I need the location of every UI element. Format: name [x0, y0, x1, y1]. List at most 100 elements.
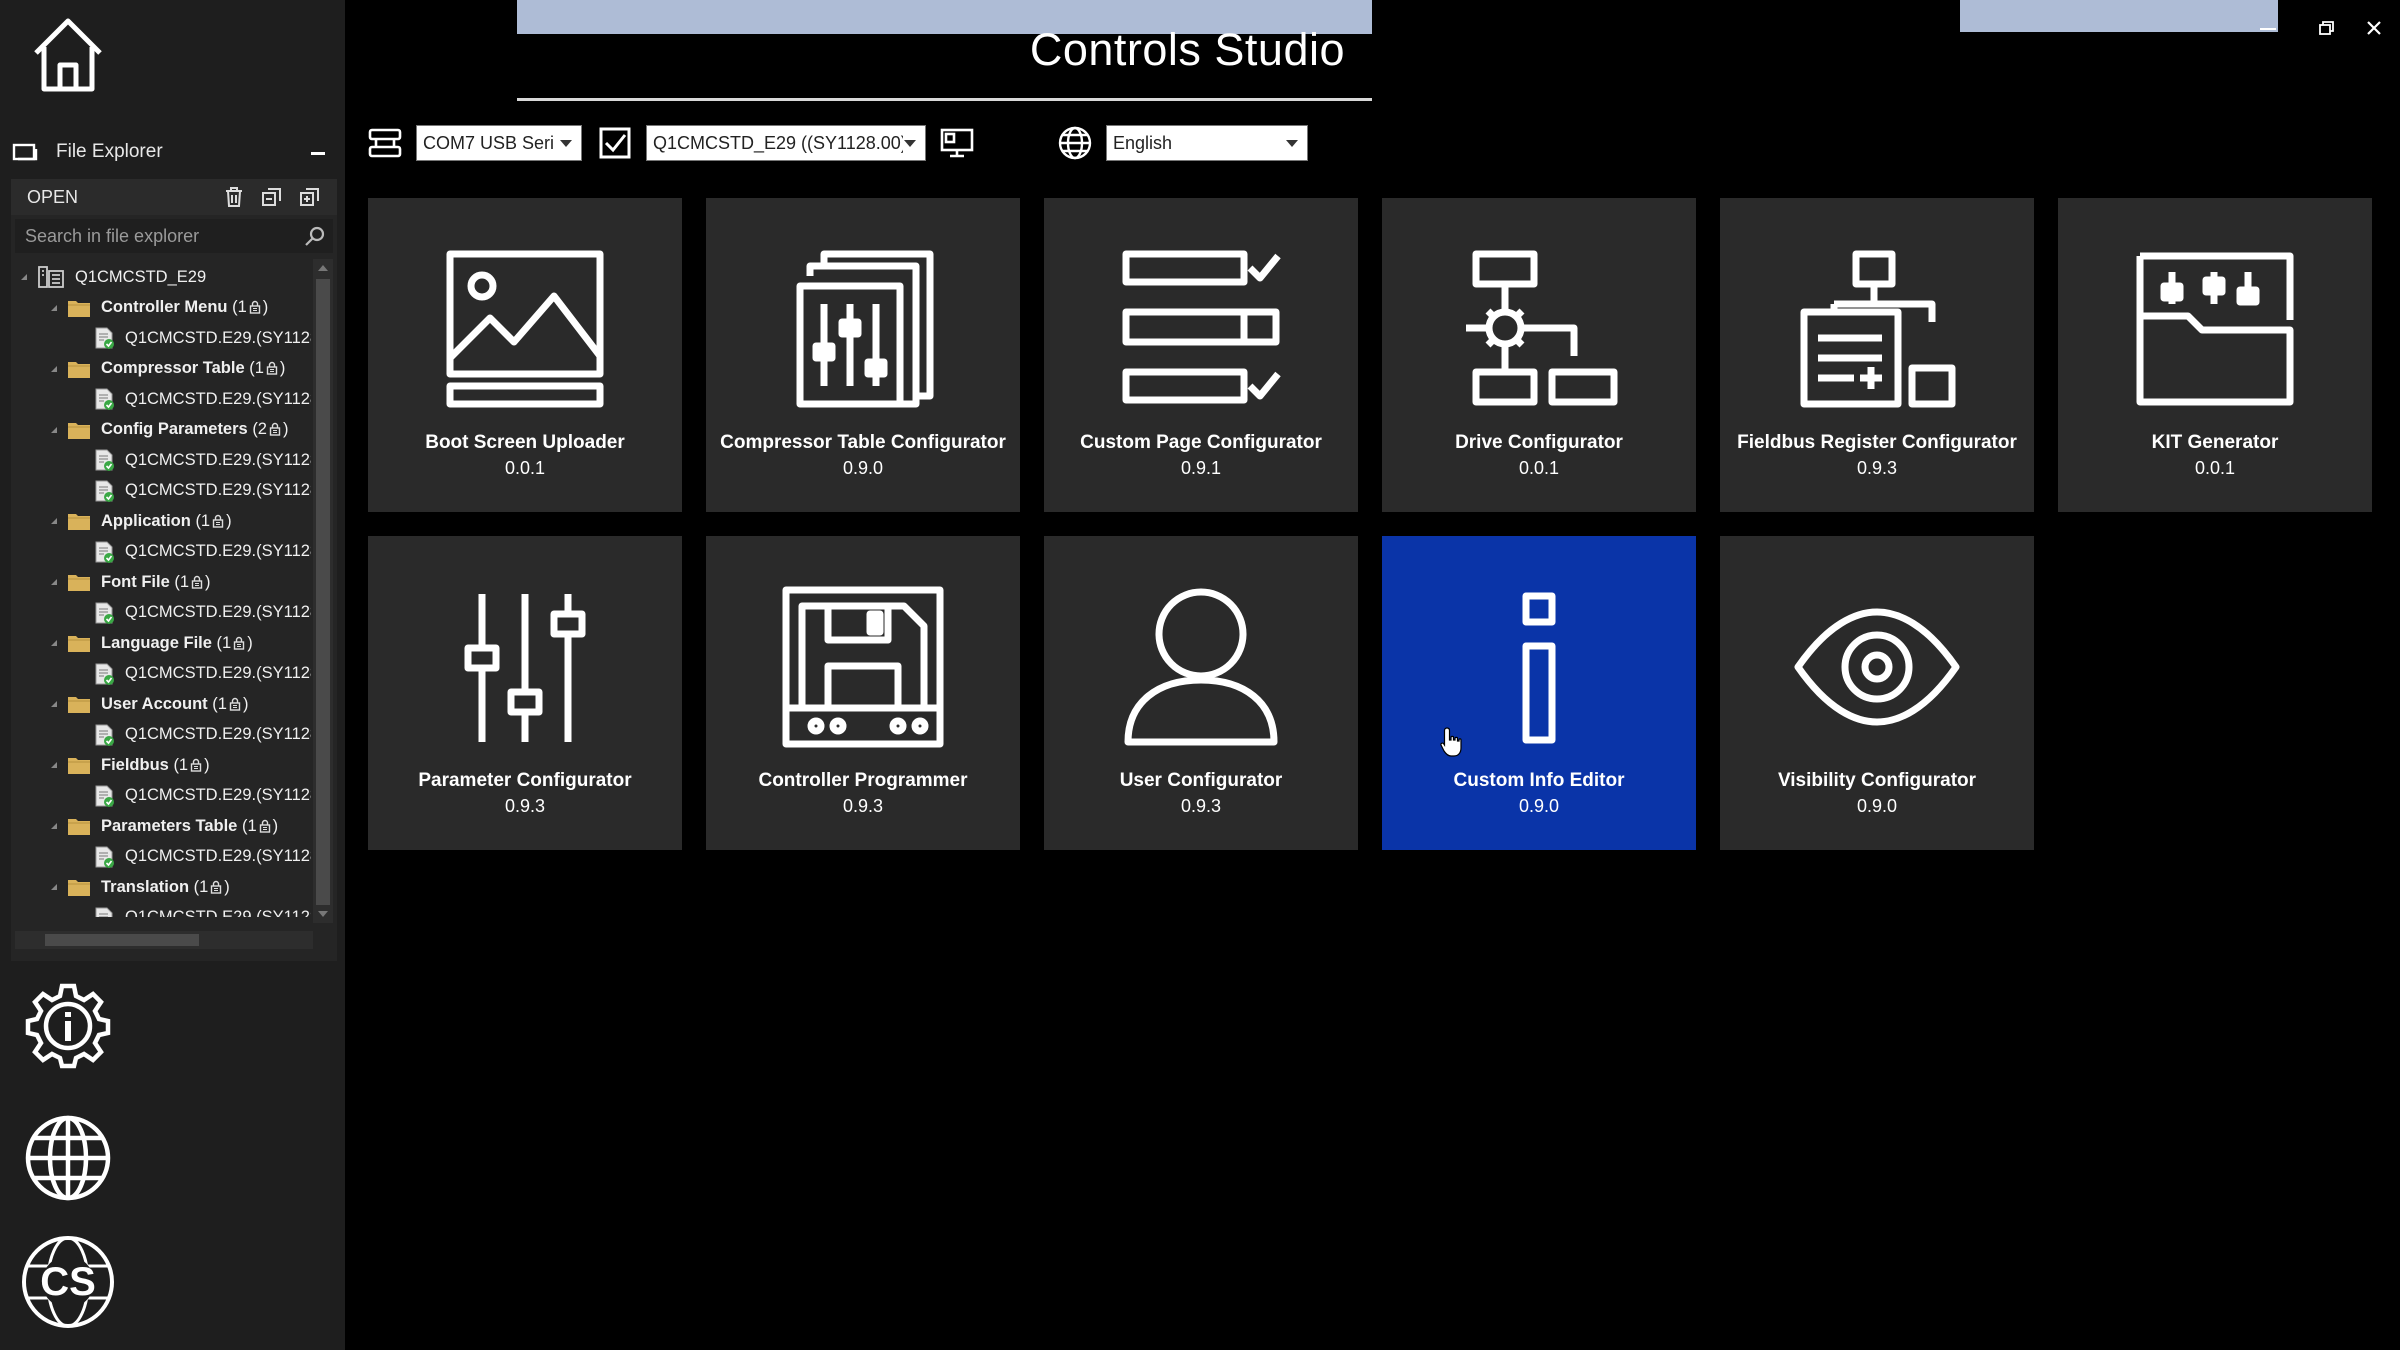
close-window-icon[interactable] [2360, 14, 2388, 42]
scroll-down-arrow-icon[interactable] [317, 909, 329, 919]
tree-folder[interactable]: Font File (1) [49, 568, 211, 596]
tree-folder[interactable]: Language File (1) [49, 629, 253, 657]
chevron-down-icon [903, 138, 917, 148]
file-label: Q1CMCSTD.E29.(SY1128 [125, 847, 311, 865]
expand-all-icon[interactable] [299, 186, 321, 208]
info-icon [1456, 584, 1622, 750]
tree-file[interactable]: Q1CMCSTD.E29.(SY1128 [93, 599, 311, 627]
tile-custom-info-editor[interactable]: Custom Info Editor 0.9.0 [1382, 536, 1696, 850]
lock-icon [269, 422, 281, 436]
settings-info-gear-icon[interactable] [22, 980, 114, 1072]
tree-folder[interactable]: Config Parameters (2) [49, 416, 288, 444]
tile-user-configurator[interactable]: User Configurator 0.9.3 [1044, 536, 1358, 850]
folder-label: Parameters Table [101, 816, 238, 835]
vertical-scroll-thumb[interactable] [316, 279, 330, 905]
tree-folder[interactable]: User Account (1) [49, 690, 248, 718]
expand-arrow-icon[interactable] [49, 516, 59, 526]
expand-arrow-icon[interactable] [49, 303, 59, 313]
tile-kit-generator[interactable]: KIT Generator 0.0.1 [2058, 198, 2372, 512]
connection-icon[interactable] [366, 124, 404, 162]
gear-flowchart-icon [1456, 246, 1622, 412]
tree-file[interactable]: Q1CMCSTD.E29.(SY1128 [93, 843, 311, 871]
lock-icon [190, 758, 202, 772]
file-label: Q1CMCSTD.E29.(SY1128 [125, 908, 311, 917]
tree-folder[interactable]: Controller Menu (1) [49, 294, 268, 322]
restore-window-icon[interactable] [2312, 14, 2340, 42]
chevron-down-icon [1285, 138, 1299, 148]
open-button[interactable]: OPEN [27, 187, 223, 208]
tile-compressor-table-configurator[interactable]: Compressor Table Configurator 0.9.0 [706, 198, 1020, 512]
tree-file[interactable]: Q1CMCSTD.E29.(SY1128 [93, 538, 311, 566]
tile-controller-programmer[interactable]: Controller Programmer 0.9.3 [706, 536, 1020, 850]
tree-folder[interactable]: Compressor Table (1) [49, 355, 285, 383]
expand-arrow-icon[interactable] [49, 638, 59, 648]
tile-drive-configurator[interactable]: Drive Configurator 0.0.1 [1382, 198, 1696, 512]
home-icon[interactable] [30, 15, 106, 95]
tree-folder[interactable]: Parameters Table (1) [49, 812, 278, 840]
file-check-icon [93, 906, 117, 917]
expand-arrow-icon[interactable] [49, 699, 59, 709]
tile-visibility-configurator[interactable]: Visibility Configurator 0.9.0 [1720, 536, 2034, 850]
tile-parameter-configurator[interactable]: Parameter Configurator 0.9.3 [368, 536, 682, 850]
device-select[interactable]: Q1CMCSTD_E29 ((SY1128.00) [646, 125, 926, 161]
monitor-icon[interactable] [938, 124, 976, 162]
horizontal-scroll-thumb[interactable] [45, 934, 199, 946]
tree-folder[interactable]: Translation (1) [49, 873, 230, 901]
tile-version: 0.9.1 [1180, 458, 1222, 478]
tree-folder[interactable]: Application (1) [49, 507, 232, 535]
tree-folder[interactable]: Fieldbus (1) [49, 751, 210, 779]
tile-version: 0.0.1 [2194, 458, 2236, 478]
tree-file[interactable]: Q1CMCSTD.E29.(SY1128 [93, 385, 311, 413]
tree-file[interactable]: Q1CMCSTD.E29.(SY1128 [93, 477, 311, 505]
tile-name: Controller Programmer [758, 770, 968, 791]
tree-file[interactable]: Q1CMCSTD.E29.(SY1128 [93, 782, 311, 810]
checkbox-icon[interactable] [596, 124, 634, 162]
lock-icon [259, 819, 271, 833]
cs-logo[interactable]: CS [20, 1234, 116, 1330]
tree-file[interactable]: Q1CMCSTD.E29.(SY1128 [93, 324, 311, 352]
lock-icon [233, 636, 245, 650]
mouse-cursor-icon [1440, 726, 1462, 758]
folder-label: User Account [101, 694, 208, 713]
port-select[interactable]: COM7 USB Seri [416, 125, 582, 161]
floppy-controller-icon [780, 584, 946, 750]
tree-root-label: Q1CMCSTD_E29 [75, 267, 207, 286]
tile-fieldbus-register-configurator[interactable]: Fieldbus Register Configurator 0.9.3 [1720, 198, 2034, 512]
file-label: Q1CMCSTD.E29.(SY1128 [125, 603, 311, 621]
collapse-all-icon[interactable] [261, 186, 283, 208]
vertical-scrollbar[interactable] [313, 259, 333, 923]
tree-file[interactable]: Q1CMCSTD.E29.(SY1128 [93, 721, 311, 749]
expand-arrow-icon[interactable] [49, 425, 59, 435]
search-icon[interactable] [303, 224, 327, 248]
expand-arrow-icon[interactable] [49, 760, 59, 770]
search-input[interactable] [15, 224, 303, 248]
globe-icon[interactable] [22, 1112, 114, 1204]
expand-arrow-icon[interactable] [49, 821, 59, 831]
horizontal-scrollbar[interactable] [15, 931, 313, 949]
trash-icon[interactable] [223, 186, 245, 208]
tree-file[interactable]: Q1CMCSTD.E29.(SY1128 [93, 660, 311, 688]
tree-root[interactable]: Q1CMCSTD_E29 [19, 263, 206, 291]
expand-arrow-icon[interactable] [49, 577, 59, 587]
file-check-icon [93, 326, 117, 350]
file-label: Q1CMCSTD.E29.(SY1128 [125, 481, 311, 499]
scroll-up-arrow-icon[interactable] [317, 263, 329, 273]
port-select-value: COM7 USB Seri [423, 132, 555, 153]
folder-icon [67, 420, 91, 440]
expand-arrow-icon[interactable] [19, 272, 29, 282]
tree-file[interactable]: Q1CMCSTD.E29.(SY1128 [93, 904, 311, 917]
collapse-panel-icon[interactable] [307, 142, 329, 164]
file-explorer-panel: OPEN Search in file explorer Q1CMCSTD_E2… [11, 179, 337, 961]
tile-boot-screen-uploader[interactable]: Boot Screen Uploader 0.0.1 [368, 198, 682, 512]
language-select[interactable]: English [1106, 125, 1308, 161]
folder-label: Application [101, 511, 191, 530]
tree-file[interactable]: Q1CMCSTD.E29.(SY1128 [93, 446, 311, 474]
expand-arrow-icon[interactable] [49, 364, 59, 374]
language-globe-icon[interactable] [1056, 124, 1094, 162]
minimize-window-icon[interactable] [2254, 14, 2282, 42]
expand-arrow-icon[interactable] [49, 882, 59, 892]
tile-custom-page-configurator[interactable]: Custom Page Configurator 0.9.1 [1044, 198, 1358, 512]
tile-name: Boot Screen Uploader [425, 432, 625, 453]
folder-count: (1) [232, 298, 269, 316]
folder-count: (1) [249, 359, 286, 377]
